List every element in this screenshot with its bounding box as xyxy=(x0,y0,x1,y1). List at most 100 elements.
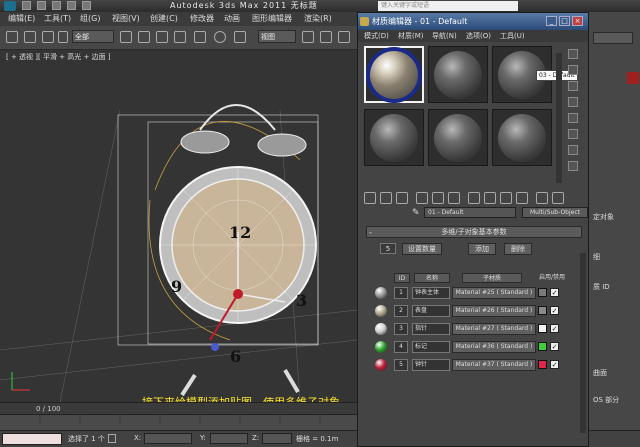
submaterial-count-field[interactable]: 5 xyxy=(380,243,396,254)
submaterial-button-4[interactable]: Material #36 ( Standard ) xyxy=(452,341,536,353)
search-input[interactable]: 键入关键字或短语 xyxy=(378,1,518,11)
show-end-result-icon[interactable] xyxy=(500,192,512,204)
maxscript-listener[interactable] xyxy=(2,433,62,445)
menu-animation[interactable]: 动画 xyxy=(224,12,240,26)
sample-slot-4[interactable] xyxy=(364,109,424,166)
select-by-name-icon[interactable] xyxy=(138,31,150,43)
get-material-icon[interactable] xyxy=(364,192,376,204)
submaterial-preview-5[interactable] xyxy=(375,359,387,371)
material-editor-titlebar[interactable]: 材质编辑器 - 01 - Default _ □ × xyxy=(358,13,588,30)
go-forward-sibling-icon[interactable] xyxy=(536,192,548,204)
submaterial-id-4[interactable]: 4 xyxy=(394,341,408,353)
submaterial-color-4[interactable] xyxy=(538,342,547,351)
assign-to-selection-icon[interactable] xyxy=(396,192,408,204)
me-menu-utilities[interactable]: 工具(U) xyxy=(500,30,525,42)
options-icon[interactable] xyxy=(568,145,578,155)
submaterial-enable-3[interactable]: ✓ xyxy=(550,324,559,333)
open-file-icon[interactable] xyxy=(37,1,46,10)
sample-slot-5[interactable] xyxy=(428,109,488,166)
reference-coord-dropdown[interactable]: 视图 xyxy=(258,30,296,43)
header-name[interactable]: 名称 xyxy=(414,273,450,283)
me-menu-material[interactable]: 材质(M) xyxy=(398,30,424,42)
submaterial-button-3[interactable]: Material #27 ( Standard ) xyxy=(452,323,536,335)
backlight-icon[interactable] xyxy=(568,65,578,75)
video-check-icon[interactable] xyxy=(568,113,578,123)
undo-icon[interactable] xyxy=(67,1,76,10)
keyboard-shortcut-icon[interactable] xyxy=(338,31,350,43)
menu-rendering[interactable]: 渲染(R) xyxy=(304,12,332,26)
submaterial-preview-3[interactable] xyxy=(375,323,387,335)
rollout-scrollbar[interactable] xyxy=(580,253,586,433)
submaterial-color-2[interactable] xyxy=(538,306,547,315)
me-menu-options[interactable]: 选项(O) xyxy=(466,30,491,42)
window-crossing-icon[interactable] xyxy=(174,31,186,43)
delete-button[interactable]: 删除 xyxy=(504,243,532,255)
scale-icon[interactable] xyxy=(234,31,246,43)
slot-scrollbar[interactable] xyxy=(556,53,562,183)
color-swatch[interactable] xyxy=(627,72,639,84)
submaterial-enable-4[interactable]: ✓ xyxy=(550,342,559,351)
rotate-icon[interactable] xyxy=(214,31,226,43)
time-slider[interactable]: 0 / 100 xyxy=(0,402,357,414)
header-submaterial[interactable]: 子材质 xyxy=(462,273,522,283)
submaterial-preview-1[interactable] xyxy=(375,287,387,299)
close-button[interactable]: × xyxy=(572,16,583,26)
material-type-button[interactable]: Multi/Sub-Object xyxy=(522,207,588,218)
redo-icon[interactable] xyxy=(82,1,91,10)
submaterial-color-3[interactable] xyxy=(538,324,547,333)
save-file-icon[interactable] xyxy=(52,1,61,10)
select-object-icon[interactable] xyxy=(120,31,132,43)
menu-edit[interactable]: 编辑(E) xyxy=(8,12,35,26)
sample-slot-6[interactable] xyxy=(492,109,552,166)
perspective-viewport[interactable]: [ + 透视 ][ 平滑 + 高光 + 边面 ] 12 9 3 6 xyxy=(0,50,357,402)
put-to-scene-icon[interactable] xyxy=(380,192,392,204)
me-menu-navigation[interactable]: 导航(N) xyxy=(432,30,457,42)
material-name-field[interactable]: 01 - Default xyxy=(424,207,516,218)
submaterial-name-3[interactable]: 指针 xyxy=(412,323,450,335)
submaterial-button-5[interactable]: Material #37 ( Standard ) xyxy=(452,359,536,371)
add-button[interactable]: 添加 xyxy=(468,243,496,255)
sample-slot-2[interactable] xyxy=(428,46,488,103)
minimize-button[interactable]: _ xyxy=(546,16,557,26)
lock-selection-icon[interactable] xyxy=(108,434,116,443)
y-coord-field[interactable] xyxy=(210,433,248,444)
submaterial-id-2[interactable]: 2 xyxy=(394,305,408,317)
track-bar[interactable] xyxy=(0,414,357,430)
app-logo-icon[interactable] xyxy=(4,1,16,11)
selection-filter-dropdown[interactable]: 全部 xyxy=(72,30,114,43)
move-icon[interactable] xyxy=(194,31,206,43)
uv-tiling-icon[interactable] xyxy=(568,97,578,107)
put-to-library-icon[interactable] xyxy=(448,192,460,204)
pick-from-object-icon[interactable] xyxy=(552,192,564,204)
make-preview-icon[interactable] xyxy=(568,129,578,139)
multi-sub-object-rollout-header[interactable]: - 多维/子对象基本参数 xyxy=(366,226,582,238)
sample-slot-1[interactable] xyxy=(364,46,424,103)
menu-modifiers[interactable]: 修改器 xyxy=(190,12,214,26)
submaterial-color-5[interactable] xyxy=(538,360,547,369)
submaterial-preview-2[interactable] xyxy=(375,305,387,317)
submaterial-color-1[interactable] xyxy=(538,288,547,297)
header-id[interactable]: ID xyxy=(394,273,410,283)
menu-views[interactable]: 视图(V) xyxy=(112,12,140,26)
submaterial-name-2[interactable]: 表盘 xyxy=(412,305,450,317)
submaterial-id-1[interactable]: 1 xyxy=(394,287,408,299)
select-manipulate-icon[interactable] xyxy=(320,31,332,43)
make-unique-icon[interactable] xyxy=(432,192,444,204)
eyedropper-icon[interactable]: ✎ xyxy=(412,208,420,218)
link-tool-icon[interactable] xyxy=(24,31,36,43)
panel-item-pick-object[interactable]: 定对象 xyxy=(593,212,614,222)
go-to-parent-icon[interactable] xyxy=(516,192,528,204)
rectangular-selection-icon[interactable] xyxy=(156,31,168,43)
alarm-clock-model[interactable]: 12 9 3 6 xyxy=(0,50,357,402)
menu-tools[interactable]: 工具(T) xyxy=(44,12,71,26)
bind-spacewarp-icon[interactable] xyxy=(58,31,68,43)
submaterial-name-4[interactable]: 标记 xyxy=(412,341,450,353)
material-id-icon[interactable] xyxy=(468,192,480,204)
x-coord-field[interactable] xyxy=(144,433,192,444)
submaterial-preview-4[interactable] xyxy=(375,341,387,353)
background-icon[interactable] xyxy=(568,81,578,91)
submaterial-name-5[interactable]: 钟针 xyxy=(412,359,450,371)
set-number-button[interactable]: 设置数量 xyxy=(402,243,442,255)
submaterial-enable-1[interactable]: ✓ xyxy=(550,288,559,297)
submaterial-button-2[interactable]: Material #26 ( Standard ) xyxy=(452,305,536,317)
